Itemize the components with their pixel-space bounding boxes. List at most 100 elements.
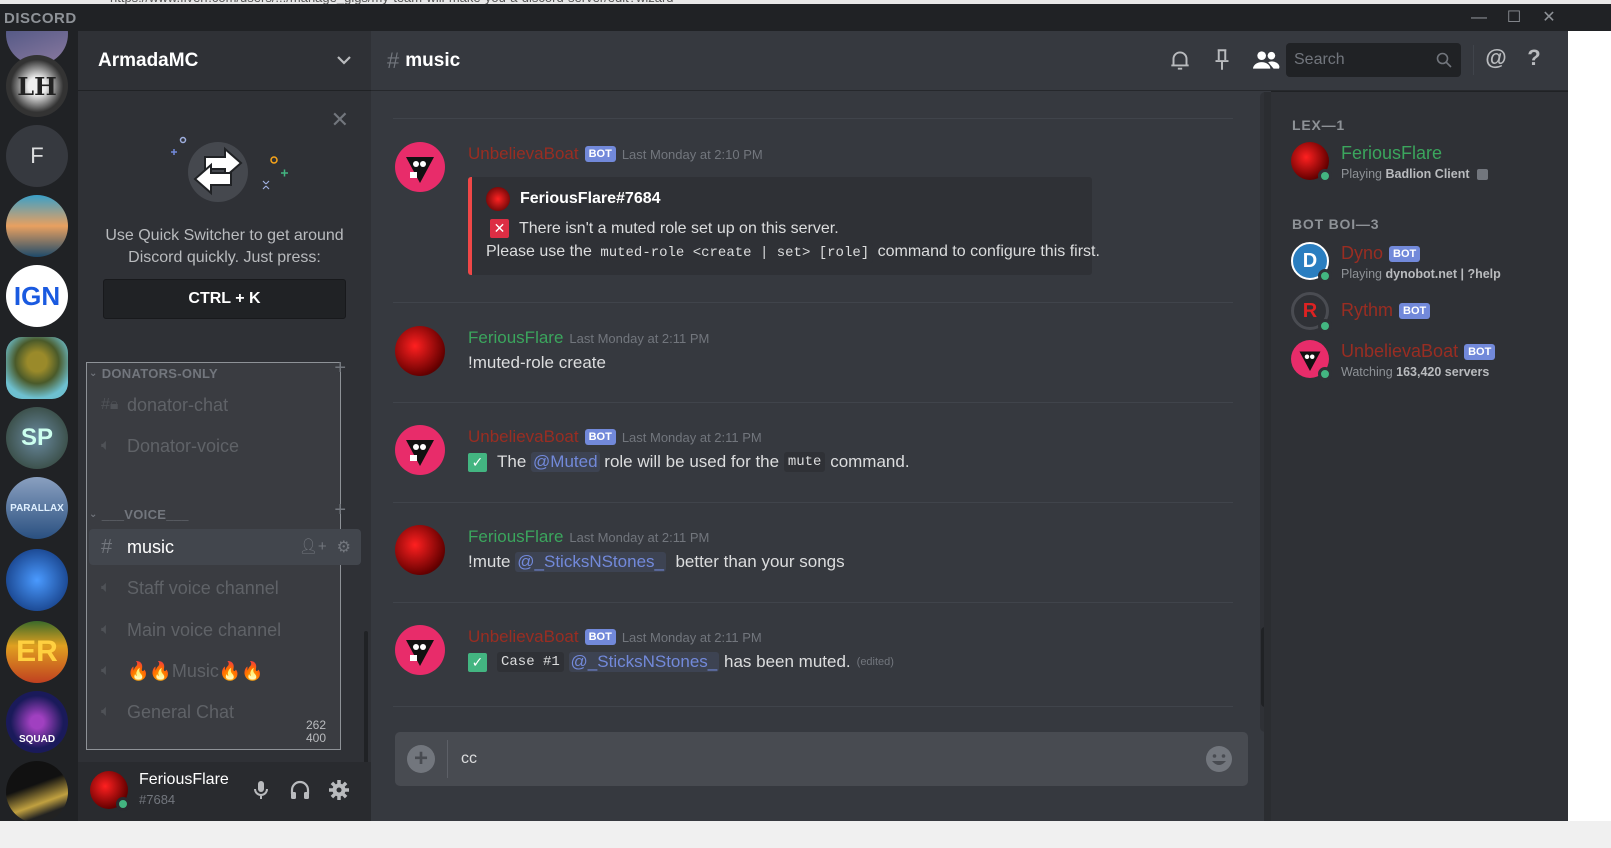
category-label: ___VOICE___ — [101, 507, 189, 522]
user-mention[interactable]: @_SticksNStones_ — [515, 552, 666, 572]
username: FeriousFlare — [139, 771, 229, 788]
guild-icon-f[interactable]: F — [6, 125, 68, 187]
search-bar[interactable] — [1286, 43, 1461, 77]
member-name: Dyno BOT — [1341, 243, 1421, 264]
channel-label: General Chat — [127, 701, 235, 722]
microphone-icon[interactable] — [249, 778, 273, 802]
mentions-icon[interactable]: @ — [1483, 45, 1509, 71]
sidebar-scrollbar[interactable] — [364, 631, 368, 771]
channel-fire-music[interactable]: 🔈︎ 🔥🔥Music🔥🔥 — [97, 653, 377, 689]
embed-author-avatar — [486, 187, 510, 211]
channel-music[interactable]: # music 👤︎+ ⚙ — [89, 529, 361, 565]
add-channel-icon[interactable]: + — [334, 357, 346, 380]
guild-icon-ign[interactable]: IGN — [6, 265, 68, 327]
channel-label: Donator-voice — [127, 435, 240, 456]
avatar-unbelievaboat[interactable] — [395, 625, 445, 675]
member-dyno[interactable]: D Dyno BOT Playing dynobot.net | ?help — [1291, 240, 1561, 286]
message-input[interactable] — [461, 744, 1191, 774]
bot-badge: BOT — [584, 146, 616, 162]
member-feriousflare[interactable]: FeriousFlare Playing Badlion Client — [1291, 140, 1561, 186]
message: UnbelievaBoat BOT Last Monday at 2:11 PM… — [395, 625, 1255, 685]
locked-voice-channel-icon: 🔈︎ — [101, 437, 111, 454]
avatar[interactable] — [90, 771, 130, 811]
inline-code: Case #1 — [497, 652, 564, 672]
settings-gear-icon[interactable] — [327, 778, 351, 802]
channel-general-chat[interactable]: 🔈︎ General Chat — [97, 694, 377, 730]
guild-icon-landscape[interactable] — [6, 195, 68, 257]
upload-plus-icon[interactable]: + — [407, 745, 435, 773]
close-tip-button[interactable]: ✕ — [331, 107, 349, 133]
message-content: !muted-role create — [468, 353, 606, 372]
category-voice[interactable]: ⌄ ___VOICE___ — [89, 507, 189, 522]
message-author[interactable]: UnbelievaBoat — [468, 427, 579, 447]
notification-bell-icon[interactable] — [1167, 47, 1193, 73]
header-divider — [1473, 45, 1474, 75]
message-author[interactable]: UnbelievaBoat — [468, 627, 579, 647]
close-window-button[interactable]: ✕ — [1535, 7, 1563, 29]
bot-badge: BOT — [1399, 302, 1431, 319]
channel-title: music — [405, 49, 461, 71]
help-icon[interactable]: ? — [1521, 45, 1547, 71]
channel-main-voice[interactable]: 🔈︎ Main voice channel — [97, 612, 377, 648]
activity-verb: Playing — [1341, 167, 1382, 181]
message-text: has been muted. — [724, 652, 851, 671]
emoji-picker-icon[interactable] — [1204, 744, 1234, 774]
embed-error-text: There isn't a muted role set up on this … — [519, 219, 839, 237]
guild-icon-parallax[interactable]: PARALLAX — [6, 477, 68, 539]
message-author[interactable]: FeriousFlare — [468, 527, 563, 547]
gear-icon[interactable]: ⚙ — [337, 537, 351, 557]
message: FeriousFlare Last Monday at 2:11 PM !mut… — [395, 326, 1255, 386]
guild-icon-hazmat[interactable] — [6, 337, 68, 399]
avatar-feriousflare[interactable] — [395, 326, 445, 376]
hash-icon: # — [387, 47, 400, 73]
message-text: role will be used for the — [604, 452, 780, 471]
headphones-icon[interactable] — [288, 778, 312, 802]
member-list-icon[interactable] — [1251, 47, 1281, 73]
channel-donator-voice[interactable]: 🔈︎ Donator-voice — [97, 428, 377, 464]
guild-icon-er[interactable]: ER — [6, 621, 68, 683]
invite-icon[interactable]: 👤︎+ — [299, 537, 327, 557]
quick-switcher-shortcut-button[interactable]: CTRL + K — [103, 279, 346, 319]
pin-icon[interactable] — [1209, 47, 1235, 73]
guild-icon-gold[interactable] — [6, 761, 68, 823]
bot-badge: BOT — [584, 429, 616, 445]
server-header[interactable]: ArmadaMC — [78, 31, 371, 91]
avatar-unbelievaboat[interactable] — [395, 425, 445, 475]
bot-badge: BOT — [1464, 343, 1496, 360]
user-panel: FeriousFlare #7684 — [78, 762, 371, 821]
category-donators-only[interactable]: ⌄ DONATORS-ONLY — [89, 366, 218, 381]
role-mention[interactable]: @Muted — [531, 452, 600, 472]
channel-label: donator-chat — [127, 394, 229, 415]
message-author[interactable]: UnbelievaBoat — [468, 144, 579, 164]
maximize-button[interactable]: ☐ — [1500, 7, 1528, 29]
guild-icon-sp[interactable]: SP — [6, 407, 68, 469]
channel-staff-voice[interactable]: 🔈︎ Staff voice channel — [97, 570, 377, 606]
activity-verb: Watching — [1341, 365, 1393, 379]
status-online-indicator — [1318, 169, 1332, 183]
activity-verb: Playing — [1341, 267, 1382, 281]
guild-icon-blue[interactable] — [6, 549, 68, 611]
minimize-button[interactable]: — — [1465, 7, 1493, 29]
search-input[interactable] — [1294, 51, 1424, 69]
check-mark-icon: ✓ — [468, 452, 487, 472]
embed-author-name: FeriousFlare#7684 — [520, 190, 661, 207]
channel-donator-chat[interactable]: #🔒︎ donator-chat — [97, 387, 377, 423]
bot-badge: BOT — [1389, 245, 1421, 262]
user-mention[interactable]: @_SticksNStones_ — [568, 652, 720, 672]
add-channel-icon[interactable]: + — [334, 499, 346, 522]
cross-mark-icon: ✕ — [490, 219, 509, 238]
member-rythm[interactable]: R Rythm BOT — [1291, 290, 1561, 336]
member-activity: Playing dynobot.net | ?help — [1341, 267, 1501, 281]
window-edge — [1568, 31, 1611, 821]
member-name-text: UnbelievaBoat — [1341, 341, 1459, 361]
message-author[interactable]: FeriousFlare — [468, 328, 563, 348]
locked-voice-channel-icon: 🔈︎ — [101, 579, 111, 596]
avatar-unbelievaboat[interactable] — [395, 142, 445, 192]
activity-name: Badlion Client — [1385, 167, 1470, 181]
rich-presence-icon — [1477, 169, 1488, 181]
avatar-feriousflare[interactable] — [395, 525, 445, 575]
member-unbelievaboat[interactable]: UnbelievaBoat BOT Watching 163,420 serve… — [1291, 338, 1561, 384]
guild-icon-squad[interactable]: SQUAD — [6, 691, 68, 753]
guild-icon-lh[interactable]: LH — [6, 55, 68, 117]
message-divider — [393, 402, 1233, 403]
